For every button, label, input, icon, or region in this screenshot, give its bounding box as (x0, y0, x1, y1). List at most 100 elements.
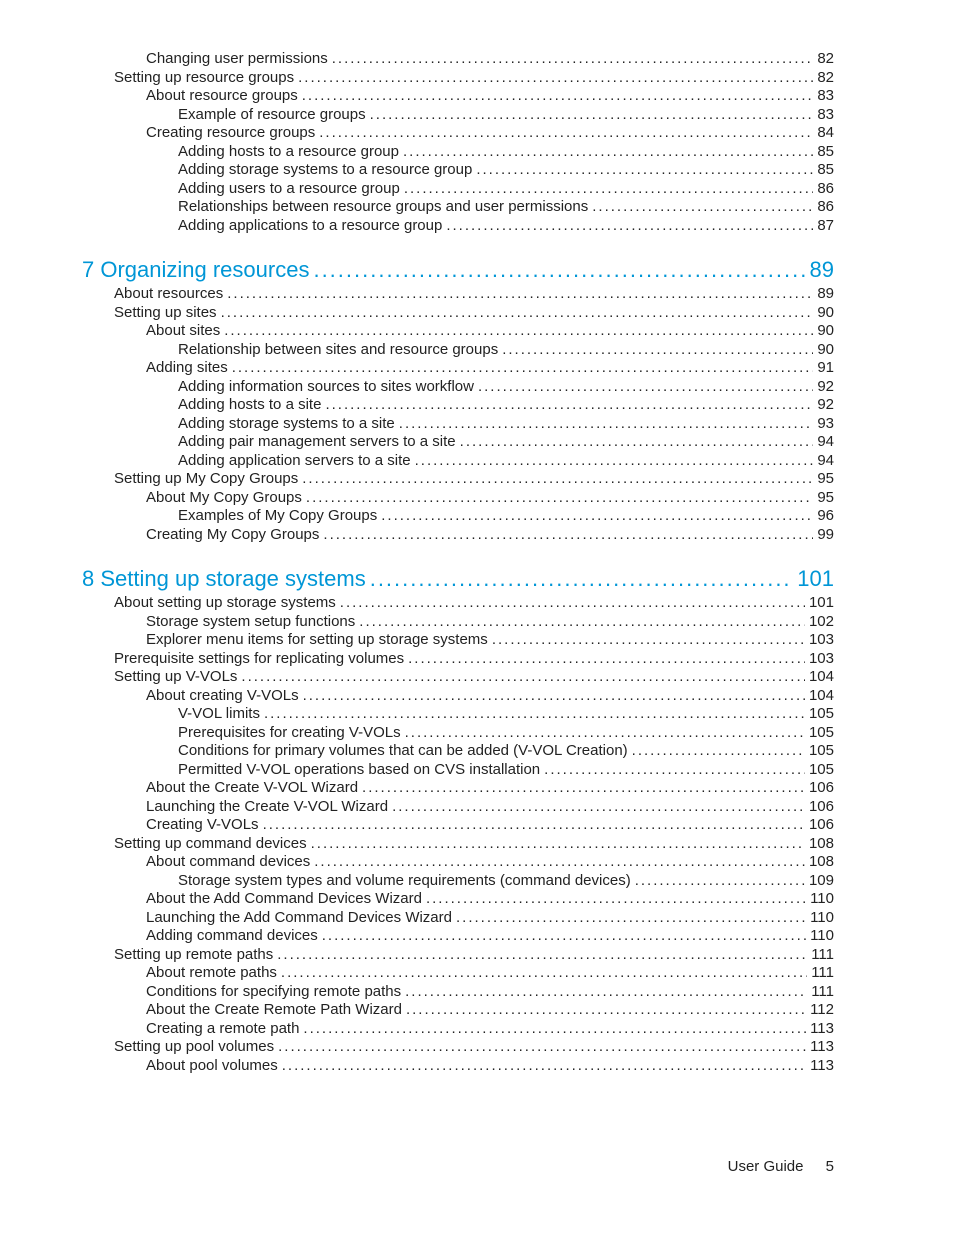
toc-entry[interactable]: Creating a remote path113 (82, 1020, 834, 1039)
toc-entry[interactable]: Adding storage systems to a site93 (82, 415, 834, 434)
toc-entry-label: Setting up pool volumes (114, 1038, 274, 1057)
toc-entry[interactable]: Prerequisites for creating V-VOLs105 (82, 724, 834, 743)
toc-entry[interactable]: Adding command devices 110 (82, 927, 834, 946)
toc-entry[interactable]: Adding information sources to sites work… (82, 378, 834, 397)
toc-entry-page: 113 (810, 1020, 834, 1039)
toc-leader-dots (381, 507, 813, 526)
toc-entry[interactable]: Prerequisite settings for replicating vo… (82, 650, 834, 669)
toc-entry[interactable]: About remote paths111 (82, 964, 834, 983)
toc-entry[interactable]: About pool volumes113 (82, 1057, 834, 1076)
toc-entry[interactable]: About My Copy Groups95 (82, 489, 834, 508)
toc-entry-label: Adding applications to a resource group (178, 217, 442, 236)
toc-leader-dots (221, 304, 814, 323)
toc-entry-page: 82 (817, 50, 834, 69)
toc-entry-label: Examples of My Copy Groups (178, 507, 377, 526)
toc-entry-page: 95 (817, 489, 834, 508)
toc-entry-label: Launching the Create V-VOL Wizard (146, 798, 388, 817)
toc-entry[interactable]: Adding application servers to a site94 (82, 452, 834, 471)
toc-entry-label: Adding users to a resource group (178, 180, 400, 199)
toc-entry[interactable]: Storage system setup functions102 (82, 613, 834, 632)
toc-leader-dots (456, 909, 806, 928)
toc-entry-label: Setting up My Copy Groups (114, 470, 298, 489)
toc-entry[interactable]: Adding sites91 (82, 359, 834, 378)
toc-leader-dots (359, 613, 805, 632)
toc-chapter-entry[interactable]: 8 Setting up storage systems101 (82, 564, 834, 594)
toc-entry[interactable]: Setting up sites90 (82, 304, 834, 323)
toc-entry-page: 111 (811, 946, 834, 965)
toc-entry-label: Adding pair management servers to a site (178, 433, 456, 452)
toc-entry-label: Storage system setup functions (146, 613, 355, 632)
toc-entry[interactable]: Setting up remote paths111 (82, 946, 834, 965)
toc-entry[interactable]: V-VOL limits105 (82, 705, 834, 724)
toc-entry-page: 101 (809, 594, 834, 613)
toc-entry-label: Permitted V-VOL operations based on CVS … (178, 761, 540, 780)
toc-entry[interactable]: Adding storage systems to a resource gro… (82, 161, 834, 180)
toc-entry[interactable]: Relationships between resource groups an… (82, 198, 834, 217)
toc-entry[interactable]: Launching the Add Command Devices Wizard… (82, 909, 834, 928)
toc-leader-dots (370, 564, 794, 594)
toc-entry[interactable]: Adding hosts to a resource group85 (82, 143, 834, 162)
toc-leader-dots (403, 143, 813, 162)
toc-entry[interactable]: About resource groups83 (82, 87, 834, 106)
toc-entry-label: About resources (114, 285, 223, 304)
toc-leader-dots (399, 415, 814, 434)
toc-entry-page: 92 (817, 396, 834, 415)
toc-entry[interactable]: About creating V-VOLs104 (82, 687, 834, 706)
toc-entry[interactable]: Changing user permissions82 (82, 50, 834, 69)
toc-entry[interactable]: Relationship between sites and resource … (82, 341, 834, 360)
toc-leader-dots (302, 87, 814, 106)
toc-entry[interactable]: About the Create Remote Path Wizard112 (82, 1001, 834, 1020)
toc-leader-dots (302, 470, 813, 489)
toc-entry[interactable]: Examples of My Copy Groups96 (82, 507, 834, 526)
toc-entry[interactable]: Conditions for primary volumes that can … (82, 742, 834, 761)
toc-entry[interactable]: Creating My Copy Groups99 (82, 526, 834, 545)
toc-entry[interactable]: Adding pair management servers to a site… (82, 433, 834, 452)
toc-leader-dots (232, 359, 814, 378)
toc-entry[interactable]: Creating V-VOLs106 (82, 816, 834, 835)
toc-entry[interactable]: Setting up resource groups82 (82, 69, 834, 88)
toc-entry[interactable]: Setting up pool volumes113 (82, 1038, 834, 1057)
toc-chapter-entry[interactable]: 7 Organizing resources89 (82, 255, 834, 285)
toc-entry-page: 92 (817, 378, 834, 397)
toc-entry-label: About the Add Command Devices Wizard (146, 890, 422, 909)
toc-entry[interactable]: About the Add Command Devices Wizard110 (82, 890, 834, 909)
toc-entry[interactable]: Creating resource groups84 (82, 124, 834, 143)
toc-leader-dots (415, 452, 814, 471)
toc-entry-page: 104 (809, 668, 834, 687)
toc-leader-dots (632, 742, 805, 761)
toc-entry-page: 106 (809, 798, 834, 817)
toc-entry-page: 101 (797, 564, 834, 594)
toc-entry-label: Explorer menu items for setting up stora… (146, 631, 488, 650)
toc-entry[interactable]: About the Create V-VOL Wizard106 (82, 779, 834, 798)
toc-entry[interactable]: Setting up My Copy Groups95 (82, 470, 834, 489)
toc-entry[interactable]: Conditions for specifying remote paths11… (82, 983, 834, 1002)
toc-entry[interactable]: Example of resource groups83 (82, 106, 834, 125)
toc-entry-page: 90 (817, 341, 834, 360)
toc-entry[interactable]: About sites90 (82, 322, 834, 341)
toc-leader-dots (446, 217, 813, 236)
toc-entry[interactable]: About resources89 (82, 285, 834, 304)
toc-entry-page: 87 (817, 217, 834, 236)
toc-entry-label: Adding command devices (146, 927, 318, 946)
toc-leader-dots (264, 705, 805, 724)
toc-entry-page: 113 (810, 1057, 834, 1076)
toc-entry[interactable]: Adding users to a resource group86 (82, 180, 834, 199)
toc-leader-dots (281, 964, 807, 983)
toc-entry-label: V-VOL limits (178, 705, 260, 724)
toc-entry-label: Relationship between sites and resource … (178, 341, 498, 360)
toc-entry[interactable]: Storage system types and volume requirem… (82, 872, 834, 891)
toc-entry-label: Adding hosts to a resource group (178, 143, 399, 162)
toc-entry[interactable]: Setting up V-VOLs104 (82, 668, 834, 687)
toc-entry[interactable]: Setting up command devices108 (82, 835, 834, 854)
toc-leader-dots (224, 322, 813, 341)
toc-entry[interactable]: Launching the Create V-VOL Wizard 106 (82, 798, 834, 817)
toc-entry[interactable]: About command devices108 (82, 853, 834, 872)
toc-entry-page: 110 (810, 927, 834, 946)
toc-entry[interactable]: Adding applications to a resource group 8… (82, 217, 834, 236)
toc-entry-label: Adding hosts to a site (178, 396, 321, 415)
footer-label: User Guide (728, 1158, 804, 1175)
toc-entry[interactable]: Adding hosts to a site 92 (82, 396, 834, 415)
toc-entry[interactable]: About setting up storage systems101 (82, 594, 834, 613)
toc-entry[interactable]: Explorer menu items for setting up stora… (82, 631, 834, 650)
toc-entry[interactable]: Permitted V-VOL operations based on CVS … (82, 761, 834, 780)
